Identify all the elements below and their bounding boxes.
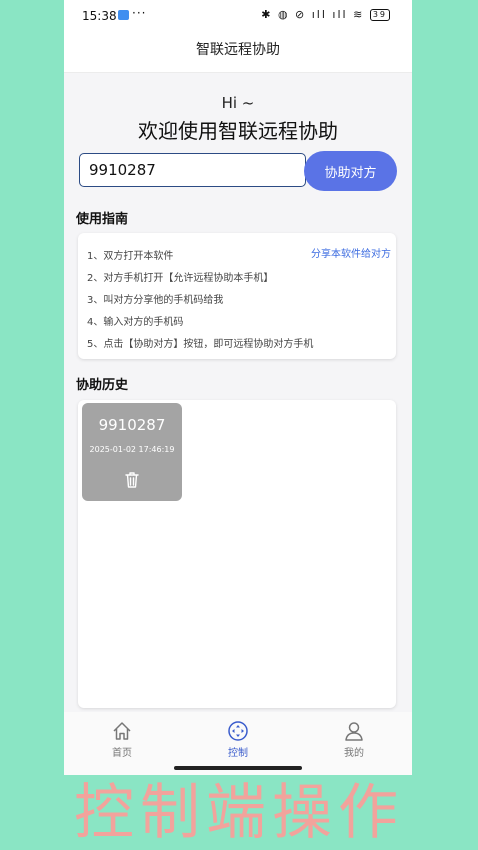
- history-item[interactable]: 9910287 2025-01-02 17:46:19: [82, 403, 182, 501]
- home-icon: [113, 722, 131, 740]
- status-bar: 15:38 ··· ✱ ◍ ⊘ ıll ıll ≋ 39: [64, 0, 412, 34]
- tab-control-label: 控制: [228, 748, 248, 759]
- app-notification-icon: [118, 10, 129, 20]
- greeting: Hi ~: [221, 94, 255, 112]
- signal-wifi-icons: ✱ ◍ ⊘ ıll ıll ≋: [261, 8, 365, 21]
- control-icon: [228, 721, 248, 741]
- phone-code-input[interactable]: [79, 153, 306, 187]
- history-card: 9910287 2025-01-02 17:46:19: [78, 400, 396, 708]
- guide-step: 3、叫对方分享他的手机码给我: [87, 295, 224, 306]
- status-indicators: ✱ ◍ ⊘ ıll ıll ≋ 39: [261, 8, 390, 21]
- tab-home[interactable]: 首页: [82, 720, 162, 759]
- tab-profile[interactable]: 我的: [314, 720, 394, 759]
- trash-icon[interactable]: [122, 470, 142, 490]
- welcome-title: 欢迎使用智联远程协助: [138, 119, 338, 143]
- more-notifications-icon: ···: [132, 6, 147, 20]
- tab-profile-label: 我的: [344, 748, 364, 759]
- guide-step: 4、输入对方的手机码: [87, 317, 184, 328]
- guide-card: 分享本软件给对方 1、双方打开本软件 2、对方手机打开【允许远程协助本手机】 3…: [78, 233, 396, 359]
- history-item-code: 9910287: [98, 416, 166, 434]
- guide-step: 1、双方打开本软件: [87, 251, 174, 262]
- share-app-link[interactable]: 分享本软件给对方: [311, 245, 391, 260]
- tab-control[interactable]: 控制: [198, 720, 278, 759]
- history-title: 协助历史: [76, 378, 129, 393]
- history-item-time: 2025-01-02 17:46:19: [89, 445, 175, 454]
- assist-button[interactable]: 协助对方: [304, 151, 397, 191]
- home-indicator: [174, 766, 302, 770]
- status-time: 15:38: [82, 9, 117, 23]
- guide-step: 2、对方手机打开【允许远程协助本手机】: [87, 273, 274, 284]
- phone-screen: 15:38 ··· ✱ ◍ ⊘ ıll ıll ≋ 39 智联远程协助 Hi ~…: [64, 0, 412, 775]
- guide-title: 使用指南: [76, 212, 129, 227]
- guide-step: 5、点击【协助对方】按钮，即可远程协助对方手机: [87, 339, 314, 350]
- profile-icon: [345, 722, 363, 741]
- nav-title: 智联远程协助: [64, 34, 412, 73]
- tab-home-label: 首页: [112, 748, 132, 759]
- caption-text: 控制端操作: [74, 778, 404, 848]
- battery-icon: 39: [369, 9, 390, 21]
